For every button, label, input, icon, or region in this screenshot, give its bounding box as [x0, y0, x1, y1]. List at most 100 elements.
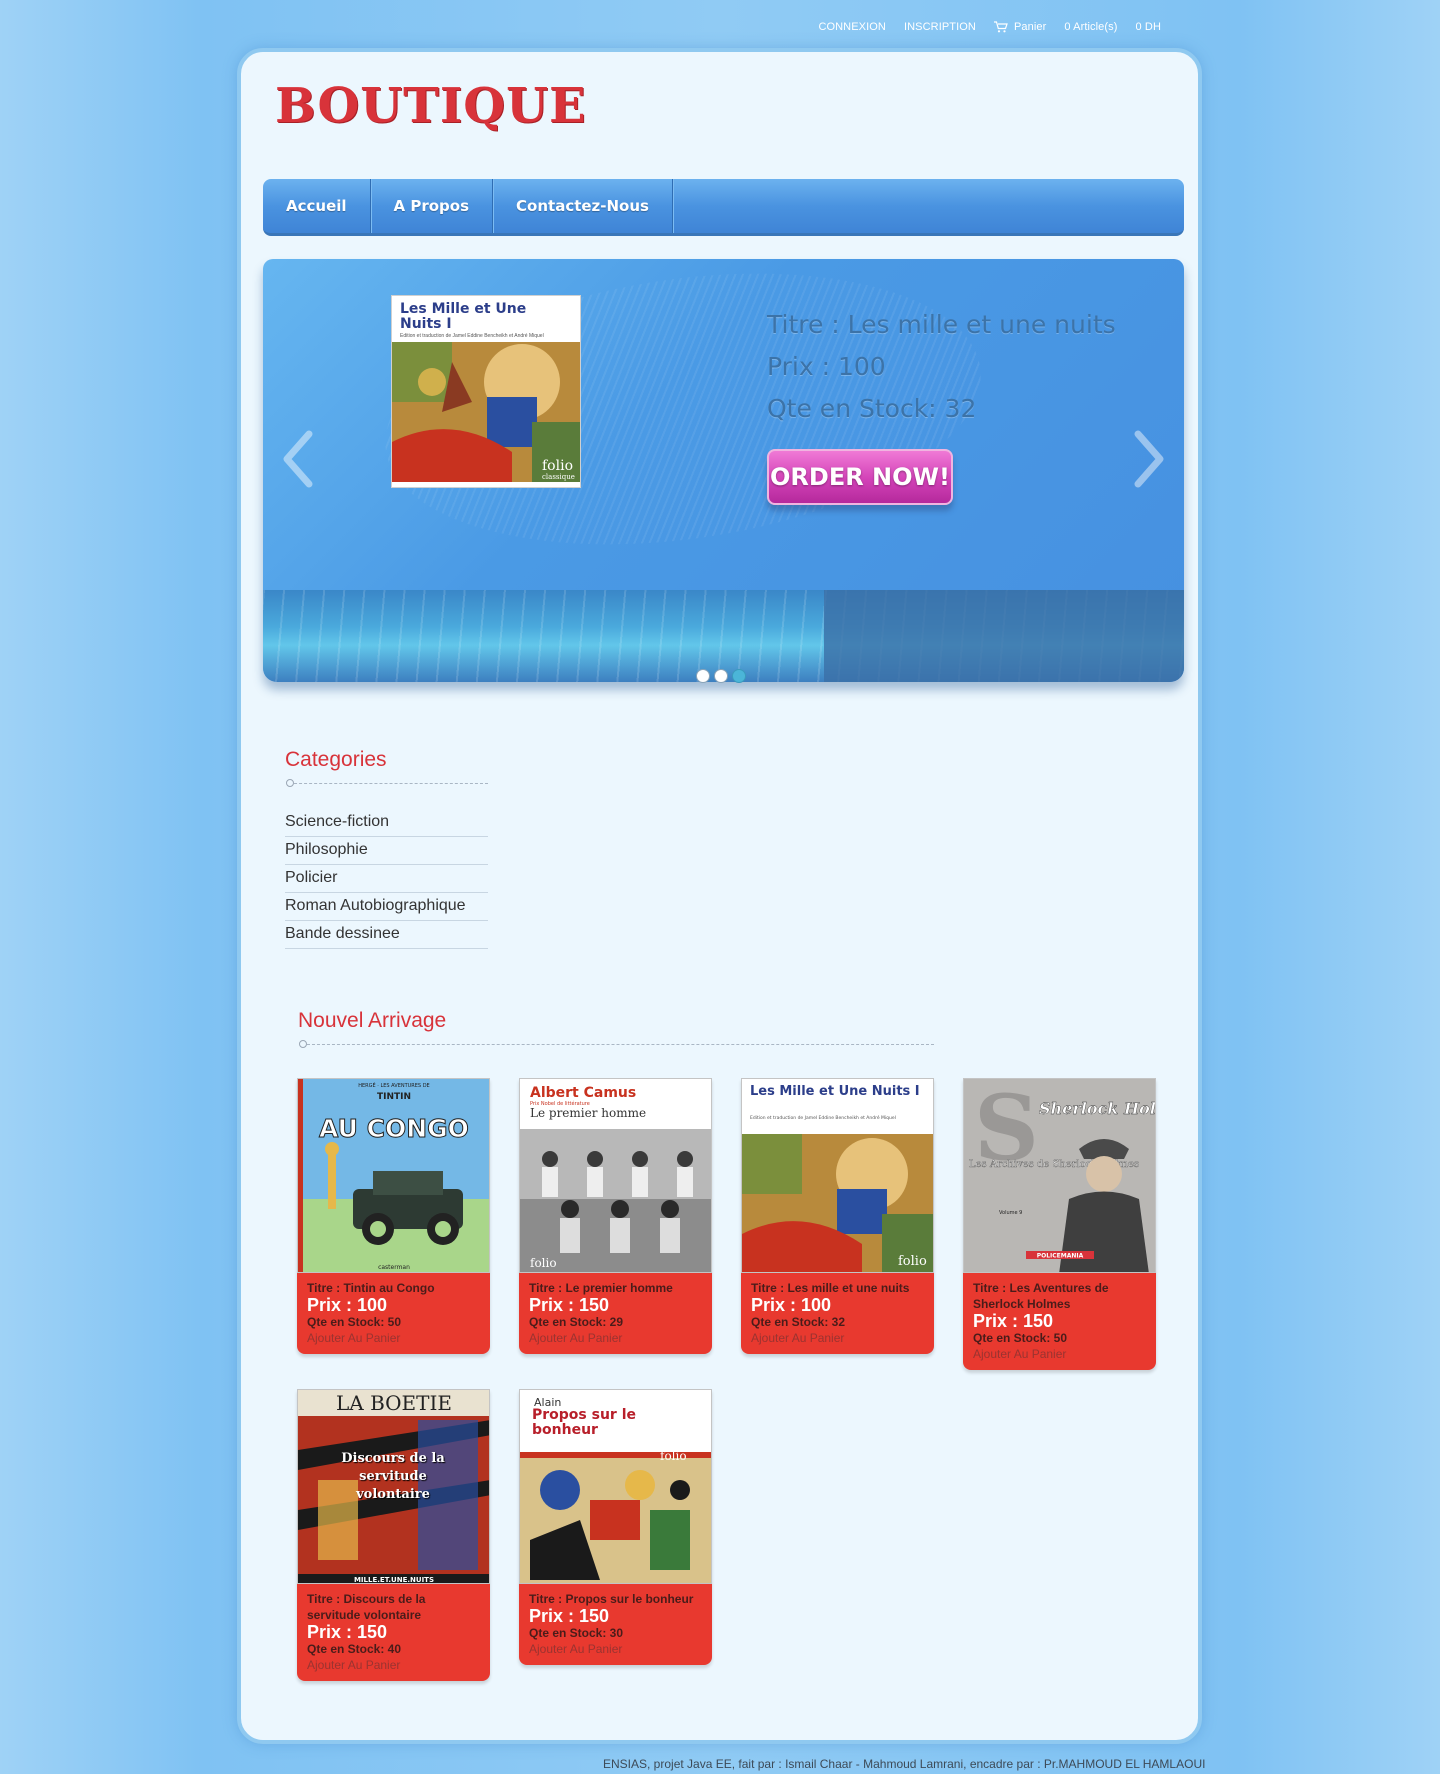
- nuits-cover-top: Les Mille et Une Nuits I: [750, 1084, 920, 1099]
- slider-cover-series: classique: [542, 473, 575, 481]
- book-price: Prix : 150: [307, 1622, 388, 1642]
- add-to-cart-link[interactable]: Ajouter Au Panier: [973, 1346, 1146, 1362]
- book-title: Titre : Propos sur le bonheur: [529, 1592, 694, 1606]
- sherlock-cover-illustration: S Sherlock Holmes Les Archives de Sherlo…: [964, 1079, 1156, 1272]
- footer-credits: ENSIAS, projet Java EE, fait par : Ismai…: [603, 1757, 1206, 1771]
- slider-book-info: Titre : Les mille et une nuits Prix : 10…: [767, 304, 1116, 430]
- book-price: Prix : 150: [529, 1606, 610, 1626]
- book-cover[interactable]: LA BOETIE Discours de la servitude volon…: [297, 1389, 490, 1584]
- featured-slider: Les Mille et Une Nuits I Edition et trad…: [263, 259, 1184, 682]
- slider-dot-3[interactable]: [732, 669, 746, 683]
- slider-cover-illustration: folio classique: [392, 342, 580, 483]
- slider-dot-1[interactable]: [696, 669, 710, 683]
- cart-label: Panier: [1013, 21, 1047, 33]
- cart-link[interactable]: Panier: [993, 21, 1047, 33]
- nav-item-contact[interactable]: Contactez-Nous: [493, 179, 673, 233]
- cart-total: 0 DH: [1135, 21, 1161, 33]
- slider-prev-arrow-icon[interactable]: [279, 424, 319, 494]
- book-stock: Qte en Stock: 40: [307, 1642, 402, 1656]
- book-stock: Qte en Stock: 50: [307, 1315, 402, 1329]
- top-account-bar: CONNEXION INSCRIPTION Panier 0 Article(s…: [818, 21, 1161, 33]
- slider-cover-brand: folio: [542, 458, 573, 474]
- book-title: Titre : Tintin au Congo: [307, 1281, 435, 1295]
- boetie-cover-top: LA BOETIE: [336, 1391, 452, 1415]
- add-to-cart-link[interactable]: Ajouter Au Panier: [307, 1330, 480, 1346]
- categories-divider: [286, 779, 488, 787]
- alain-cover-publisher: folio: [660, 1449, 687, 1463]
- book-stock: Qte en Stock: 50: [973, 1331, 1068, 1345]
- categories-title: Categories: [285, 748, 387, 771]
- nuits-cover-small: Edition et traduction de Jamel Eddine Be…: [750, 1114, 896, 1121]
- book-price: Prix : 150: [529, 1295, 610, 1315]
- book-stock: Qte en Stock: 32: [751, 1315, 846, 1329]
- category-item[interactable]: Bande dessinee: [285, 921, 488, 949]
- category-item[interactable]: Roman Autobiographique: [285, 893, 488, 921]
- slider-dot-2[interactable]: [714, 669, 728, 683]
- book-title: Titre : Discours de la servitude volonta…: [307, 1592, 426, 1622]
- book-card[interactable]: Alain Propos sur le bonheur folio Titre …: [519, 1389, 712, 1665]
- arrivals-title: Nouvel Arrivage: [298, 1009, 447, 1032]
- book-cover[interactable]: HERGÉ · LES AVENTURES DE TINTIN AU CONGO…: [297, 1078, 490, 1273]
- cart-count: 0 Article(s): [1064, 21, 1118, 33]
- sherlock-cover-small: Volume 9: [999, 1210, 1022, 1216]
- book-cover[interactable]: Alain Propos sur le bonheur folio: [519, 1389, 712, 1584]
- arrivals-divider: [299, 1040, 934, 1048]
- category-list: Science-fiction Philosophie Policier Rom…: [285, 809, 488, 949]
- book-card[interactable]: Albert Camus Prix Nobel de littérature L…: [519, 1078, 712, 1354]
- tintin-cover-small: HERGÉ · LES AVENTURES DE: [358, 1081, 429, 1089]
- alain-cover-main: Propos sur le bonheur: [532, 1408, 637, 1438]
- book-title: Titre : Les Aventures de Sherlock Holmes: [973, 1281, 1109, 1311]
- slider-cover-title: Les Mille et Une Nuits I: [400, 301, 527, 332]
- category-item[interactable]: Philosophie: [285, 837, 488, 865]
- nuits-cover-publisher: folio: [898, 1254, 927, 1269]
- add-to-cart-link[interactable]: Ajouter Au Panier: [529, 1641, 702, 1657]
- category-item[interactable]: Science-fiction: [285, 809, 488, 837]
- camus-cover-illustration: Albert Camus Prix Nobel de littérature L…: [520, 1079, 711, 1272]
- sherlock-cover-publisher: POLICEMANIA: [1037, 1253, 1084, 1260]
- book-title: Titre : Les mille et une nuits: [751, 1281, 910, 1295]
- book-card[interactable]: HERGÉ · LES AVENTURES DE TINTIN AU CONGO…: [297, 1078, 490, 1354]
- cart-icon: [993, 21, 1008, 33]
- page-container: BOUTIQUE Accueil A Propos Contactez-Nous…: [237, 48, 1202, 1744]
- camus-cover-main: Le premier homme: [530, 1106, 646, 1120]
- nav-item-about[interactable]: A Propos: [371, 179, 494, 233]
- book-title: Titre : Le premier homme: [529, 1281, 673, 1295]
- slider-pagination: [696, 669, 746, 683]
- slider-next-arrow-icon[interactable]: [1128, 424, 1168, 494]
- camus-cover-publisher: folio: [530, 1256, 557, 1270]
- slider-book-title: Titre : Les mille et une nuits: [767, 310, 1116, 339]
- book-card[interactable]: LA BOETIE Discours de la servitude volon…: [297, 1389, 490, 1681]
- category-item[interactable]: Policier: [285, 865, 488, 893]
- sherlock-cover-top: Sherlock Holmes: [1039, 1099, 1156, 1118]
- tintin-cover-main: AU CONGO: [319, 1114, 469, 1143]
- book-cover[interactable]: Albert Camus Prix Nobel de littérature L…: [519, 1078, 712, 1273]
- add-to-cart-link[interactable]: Ajouter Au Panier: [751, 1330, 924, 1346]
- slider-cover-sub: Edition et traduction de Jamel Eddine Be…: [400, 333, 544, 340]
- book-price: Prix : 100: [307, 1295, 388, 1315]
- boetie-cover-main: Discours de la servitude volontaire: [341, 1451, 445, 1502]
- site-logo[interactable]: BOUTIQUE: [275, 78, 587, 134]
- boetie-cover-illustration: LA BOETIE Discours de la servitude volon…: [298, 1390, 489, 1584]
- add-to-cart-link[interactable]: Ajouter Au Panier: [307, 1657, 480, 1673]
- alain-cover-illustration: Alain Propos sur le bonheur folio: [520, 1390, 711, 1583]
- register-link[interactable]: INSCRIPTION: [904, 21, 976, 33]
- login-link[interactable]: CONNEXION: [818, 21, 886, 33]
- add-to-cart-link[interactable]: Ajouter Au Panier: [529, 1330, 702, 1346]
- book-stock: Qte en Stock: 29: [529, 1315, 624, 1329]
- order-now-button[interactable]: ORDER NOW!: [767, 449, 953, 505]
- slider-book-price: Prix : 100: [767, 352, 886, 381]
- book-card[interactable]: S Sherlock Holmes Les Archives de Sherlo…: [963, 1078, 1156, 1370]
- tintin-cover-illustration: HERGÉ · LES AVENTURES DE TINTIN AU CONGO…: [298, 1079, 489, 1272]
- book-cover[interactable]: S Sherlock Holmes Les Archives de Sherlo…: [963, 1078, 1156, 1273]
- book-price: Prix : 100: [751, 1295, 832, 1315]
- main-nav: Accueil A Propos Contactez-Nous: [263, 179, 1184, 236]
- camus-cover-top: Albert Camus: [530, 1085, 636, 1101]
- tintin-cover-top: TINTIN: [377, 1092, 411, 1102]
- slider-book-stock: Qte en Stock: 32: [767, 394, 977, 423]
- boetie-cover-publisher: MILLE.ET.UNE.NUITS: [354, 1576, 434, 1584]
- book-card[interactable]: Les Mille et Une Nuits I Edition et trad…: [741, 1078, 934, 1354]
- tintin-cover-publisher: casterman: [378, 1264, 410, 1271]
- book-cover[interactable]: Les Mille et Une Nuits I Edition et trad…: [741, 1078, 934, 1273]
- slider-book-cover[interactable]: Les Mille et Une Nuits I Edition et trad…: [391, 295, 581, 488]
- nav-item-home[interactable]: Accueil: [263, 179, 371, 233]
